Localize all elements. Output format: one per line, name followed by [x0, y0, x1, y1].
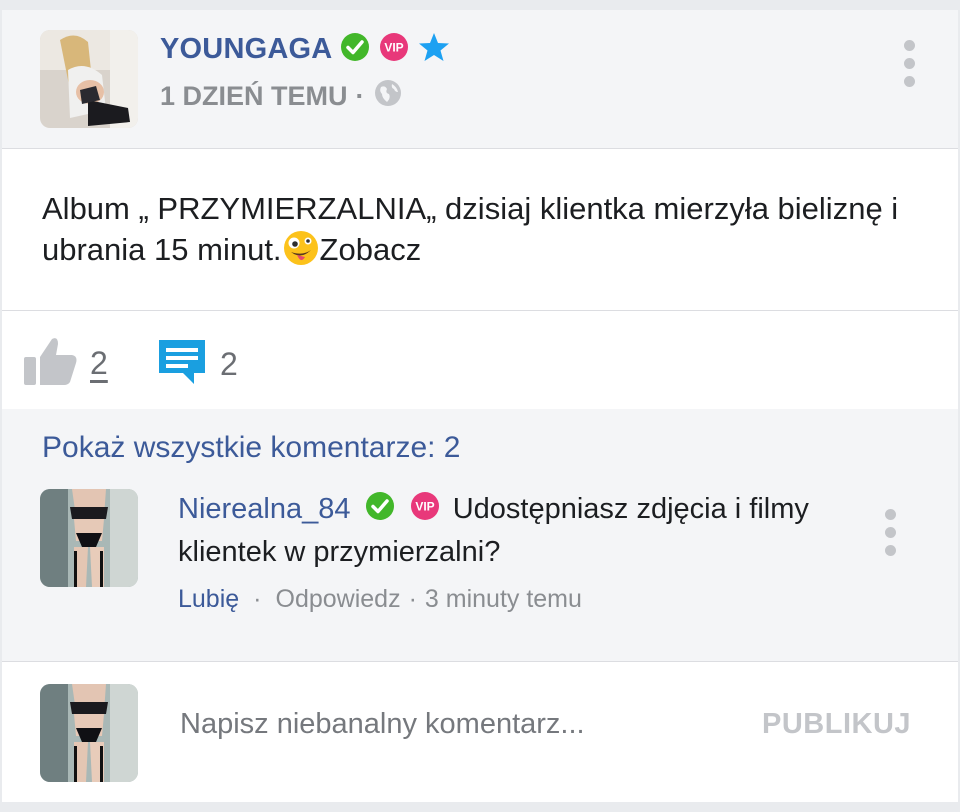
post-options-menu[interactable]	[902, 40, 916, 87]
show-all-comments-link[interactable]: Pokaż wszystkie komentarze: 2	[42, 431, 461, 465]
separator-dot: ·	[408, 585, 417, 613]
publish-button[interactable]: PUBLIKUJ	[762, 708, 911, 741]
comment-button[interactable]: 2	[156, 337, 238, 392]
vip-badge-icon: VIP	[409, 491, 441, 532]
author-avatar[interactable]	[40, 30, 138, 128]
separator-dot: ·	[253, 585, 262, 613]
comments-section: Pokaż wszystkie komentarze: 2 Nierealna_…	[2, 409, 958, 661]
zany-face-icon	[283, 230, 319, 276]
comment-author-name[interactable]: Nierealna_84	[178, 493, 351, 525]
kebab-dot	[884, 509, 896, 520]
globe-icon	[373, 78, 403, 115]
verified-check-icon	[365, 491, 395, 532]
svg-text:VIP: VIP	[385, 41, 404, 55]
divider	[2, 661, 958, 662]
comment-time: 3 minuty temu	[424, 585, 582, 613]
post-meta: 1 DZIEŃ TEMU ·	[160, 78, 403, 115]
svg-text:VIP: VIP	[415, 500, 434, 514]
commenter-avatar[interactable]	[40, 489, 138, 587]
post-text-link[interactable]: Zobacz	[320, 232, 422, 267]
current-user-avatar	[40, 684, 138, 782]
thumbs-up-icon	[22, 335, 78, 392]
kebab-dot	[884, 527, 896, 538]
comment-like-link[interactable]: Lubię	[178, 585, 239, 614]
comment-options-menu[interactable]	[883, 509, 897, 556]
author-line: YOUNGAGA VIP	[160, 32, 450, 67]
kebab-dot	[903, 58, 915, 69]
post-time: 1 DZIEŃ TEMU	[160, 81, 348, 111]
verified-check-icon	[340, 32, 370, 67]
kebab-dot	[884, 545, 896, 556]
comment-body: Nierealna_84 VIP Udostępniasz zdjęcia i …	[178, 489, 838, 572]
like-button[interactable]: 2	[22, 335, 108, 392]
comment-reply-link[interactable]: Odpowiedz	[276, 585, 401, 614]
like-count[interactable]: 2	[90, 345, 108, 382]
post-text: Album „ PRZYMIERZALNIA„ dzisiaj klientka…	[42, 191, 899, 267]
vip-badge-icon: VIP	[378, 32, 410, 67]
author-name[interactable]: YOUNGAGA	[160, 33, 332, 66]
kebab-dot	[903, 40, 915, 51]
post-header: YOUNGAGA VIP 1 DZIEŃ TEMU ·	[2, 10, 958, 149]
post-card: YOUNGAGA VIP 1 DZIEŃ TEMU · Album „ PRZY	[2, 10, 958, 802]
comment-icon	[156, 337, 208, 392]
meta-separator: ·	[355, 81, 365, 111]
post-body: Album „ PRZYMIERZALNIA„ dzisiaj klientka…	[42, 188, 922, 276]
post-actions: 2 2	[2, 311, 958, 409]
star-icon	[418, 32, 450, 67]
comment-input[interactable]	[178, 698, 742, 750]
kebab-dot	[903, 76, 915, 87]
comment-actions: Lubię · Odpowiedz · 3 minuty temu	[178, 585, 582, 614]
comment-count: 2	[220, 346, 238, 382]
